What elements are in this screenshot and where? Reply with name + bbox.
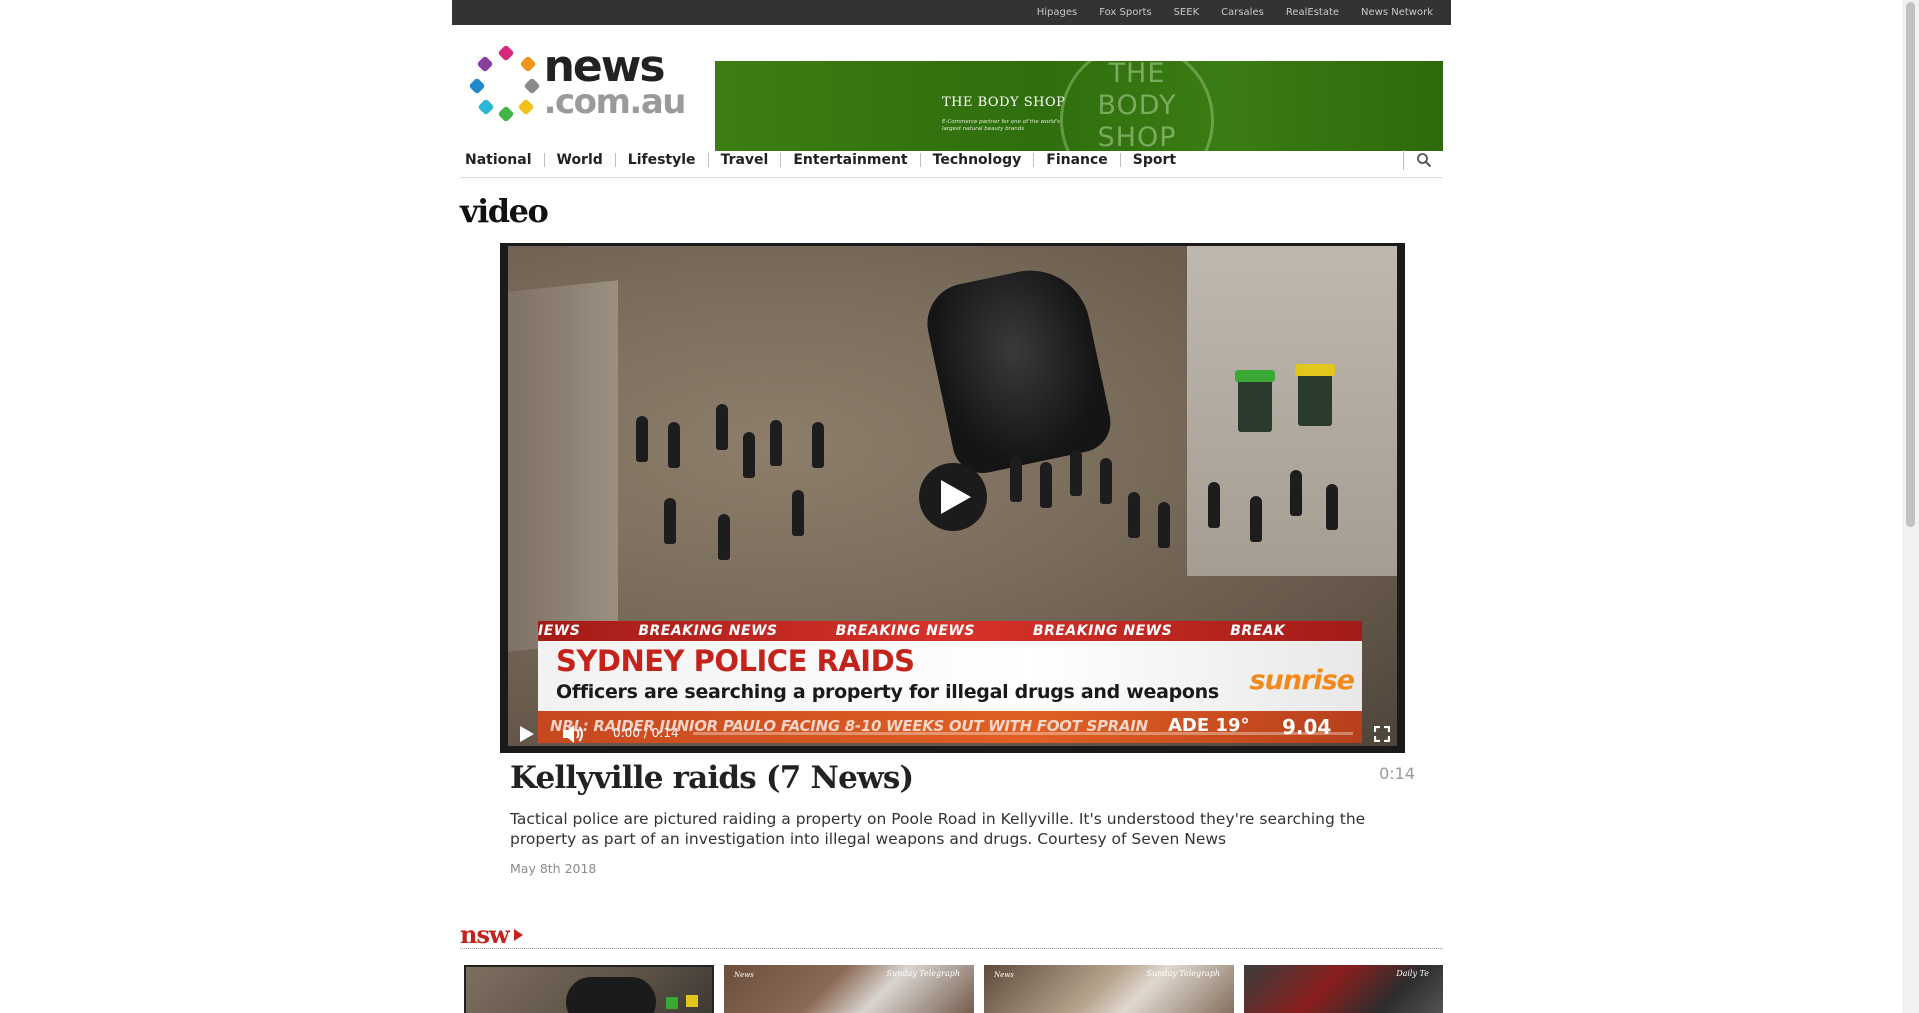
nav-item-entertainment[interactable]: Entertainment xyxy=(780,152,919,167)
network-link-realestate[interactable]: RealEstate xyxy=(1286,7,1339,18)
video-player[interactable]: IEWS BREAKING NEWS BREAKING NEWS BREAKIN… xyxy=(500,243,1405,753)
time-separator: / xyxy=(643,726,648,740)
related-section-header: nsw xyxy=(460,923,1443,949)
volume-button[interactable] xyxy=(563,723,585,745)
arrow-right-icon xyxy=(513,929,523,941)
breaking-news-strip: IEWS BREAKING NEWS BREAKING NEWS BREAKIN… xyxy=(538,621,1362,641)
breaking-text: BREAKING NEWS xyxy=(835,623,975,639)
thumb-caption-left: News xyxy=(734,971,754,979)
logo-dots-icon xyxy=(468,44,542,123)
related-thumb[interactable]: Daily Te xyxy=(1244,965,1443,1013)
overlay-subheadline: Officers are searching a property for il… xyxy=(556,681,1219,703)
play-icon xyxy=(941,480,971,514)
thumb-caption: Sunday Telegraph xyxy=(1146,969,1220,978)
thumb-caption: Daily Te xyxy=(1396,969,1429,978)
nav-item-national[interactable]: National xyxy=(460,153,544,167)
site-logo[interactable]: news .com.au xyxy=(468,40,687,123)
channel-logo: sunrise xyxy=(1249,665,1355,696)
related-section-label: nsw xyxy=(460,920,510,949)
search-icon xyxy=(1416,153,1431,168)
video-car xyxy=(919,259,1117,479)
fullscreen-icon xyxy=(1374,726,1390,742)
play-button[interactable] xyxy=(517,724,537,744)
related-thumb[interactable]: News Sunday Telegraph xyxy=(724,965,974,1013)
nav-item-lifestyle[interactable]: Lifestyle xyxy=(614,152,708,167)
network-bar: Hipages Fox Sports SEEK Carsales RealEst… xyxy=(452,0,1451,25)
related-thumbnails: News Sunday Telegraph News Sunday Telegr… xyxy=(464,965,1443,1013)
page-scrollbar[interactable] xyxy=(1902,0,1919,1013)
video-title: Kellyville raids (7 News) xyxy=(510,760,914,796)
video-info: Kellyville raids (7 News) 0:14 Tactical … xyxy=(510,760,1415,876)
play-icon xyxy=(520,726,534,742)
logo-wordmark: news .com.au xyxy=(543,40,687,122)
volume-icon xyxy=(563,725,583,743)
breaking-text: BREAKING NEWS xyxy=(1032,623,1173,639)
related-thumb[interactable]: News Sunday Telegraph xyxy=(984,965,1234,1013)
fullscreen-button[interactable] xyxy=(1372,724,1392,744)
network-link-carsales[interactable]: Carsales xyxy=(1221,7,1264,18)
network-link-seek[interactable]: SEEK xyxy=(1174,7,1200,18)
thumb-caption: Sunday Telegraph xyxy=(886,969,960,978)
related-thumb[interactable] xyxy=(464,965,714,1013)
ad-brand-logo: THE BODY SHOP xyxy=(1060,61,1214,151)
network-link-news-network[interactable]: News Network xyxy=(1361,7,1433,18)
progress-bar[interactable] xyxy=(693,732,1353,735)
banner-ad[interactable]: THE BODY SHOP E-Commerce partner for one… xyxy=(715,61,1443,151)
nav-item-travel[interactable]: Travel xyxy=(707,152,781,167)
site-header: news .com.au THE BODY SHOP E-Commerce pa… xyxy=(452,25,1451,151)
video-date: May 8th 2018 xyxy=(510,861,597,876)
ad-title: THE BODY SHOP xyxy=(942,95,1066,110)
logo-line1: news xyxy=(543,40,666,92)
breaking-text: BREAKING NEWS xyxy=(638,623,778,639)
main-nav: National World Lifestyle Travel Entertai… xyxy=(460,142,1443,178)
ad-tagline: E-Commerce partner for one of the world'… xyxy=(942,119,1060,132)
ad-logo-line1: THE xyxy=(1108,61,1166,89)
section-title: video xyxy=(460,192,549,230)
network-link-fox-sports[interactable]: Fox Sports xyxy=(1099,7,1151,18)
thumb-caption-left: News xyxy=(994,971,1014,979)
time-current: 0:00 xyxy=(613,726,640,740)
nav-item-finance[interactable]: Finance xyxy=(1033,152,1120,167)
nav-item-technology[interactable]: Technology xyxy=(919,152,1034,167)
nav-item-sport[interactable]: Sport xyxy=(1119,152,1188,167)
video-duration: 0:14 xyxy=(1379,764,1415,783)
network-link-hipages[interactable]: Hipages xyxy=(1037,7,1077,18)
related-section-link[interactable]: nsw xyxy=(460,920,523,949)
page: Hipages Fox Sports SEEK Carsales RealEst… xyxy=(452,0,1451,1013)
time-total: 0:14 xyxy=(651,726,679,740)
big-play-button[interactable] xyxy=(919,463,987,531)
player-controls: 0:00 / 0:14 xyxy=(500,713,1405,753)
logo-line2: .com.au xyxy=(543,81,687,122)
overlay-headline-box: SYDNEY POLICE RAIDS Officers are searchi… xyxy=(538,641,1362,711)
video-description: Tactical police are pictured raiding a p… xyxy=(510,810,1366,848)
time-display: 0:00 / 0:14 xyxy=(613,726,679,740)
breaking-text: BREAK xyxy=(1230,623,1286,639)
breaking-text: IEWS xyxy=(538,623,581,639)
overlay-headline: SYDNEY POLICE RAIDS xyxy=(556,644,915,678)
nav-item-world[interactable]: World xyxy=(543,152,615,167)
ad-logo-line2: BODY xyxy=(1097,90,1177,121)
scrollbar-thumb[interactable] xyxy=(1906,2,1915,527)
nav-search-button[interactable] xyxy=(1403,150,1443,170)
